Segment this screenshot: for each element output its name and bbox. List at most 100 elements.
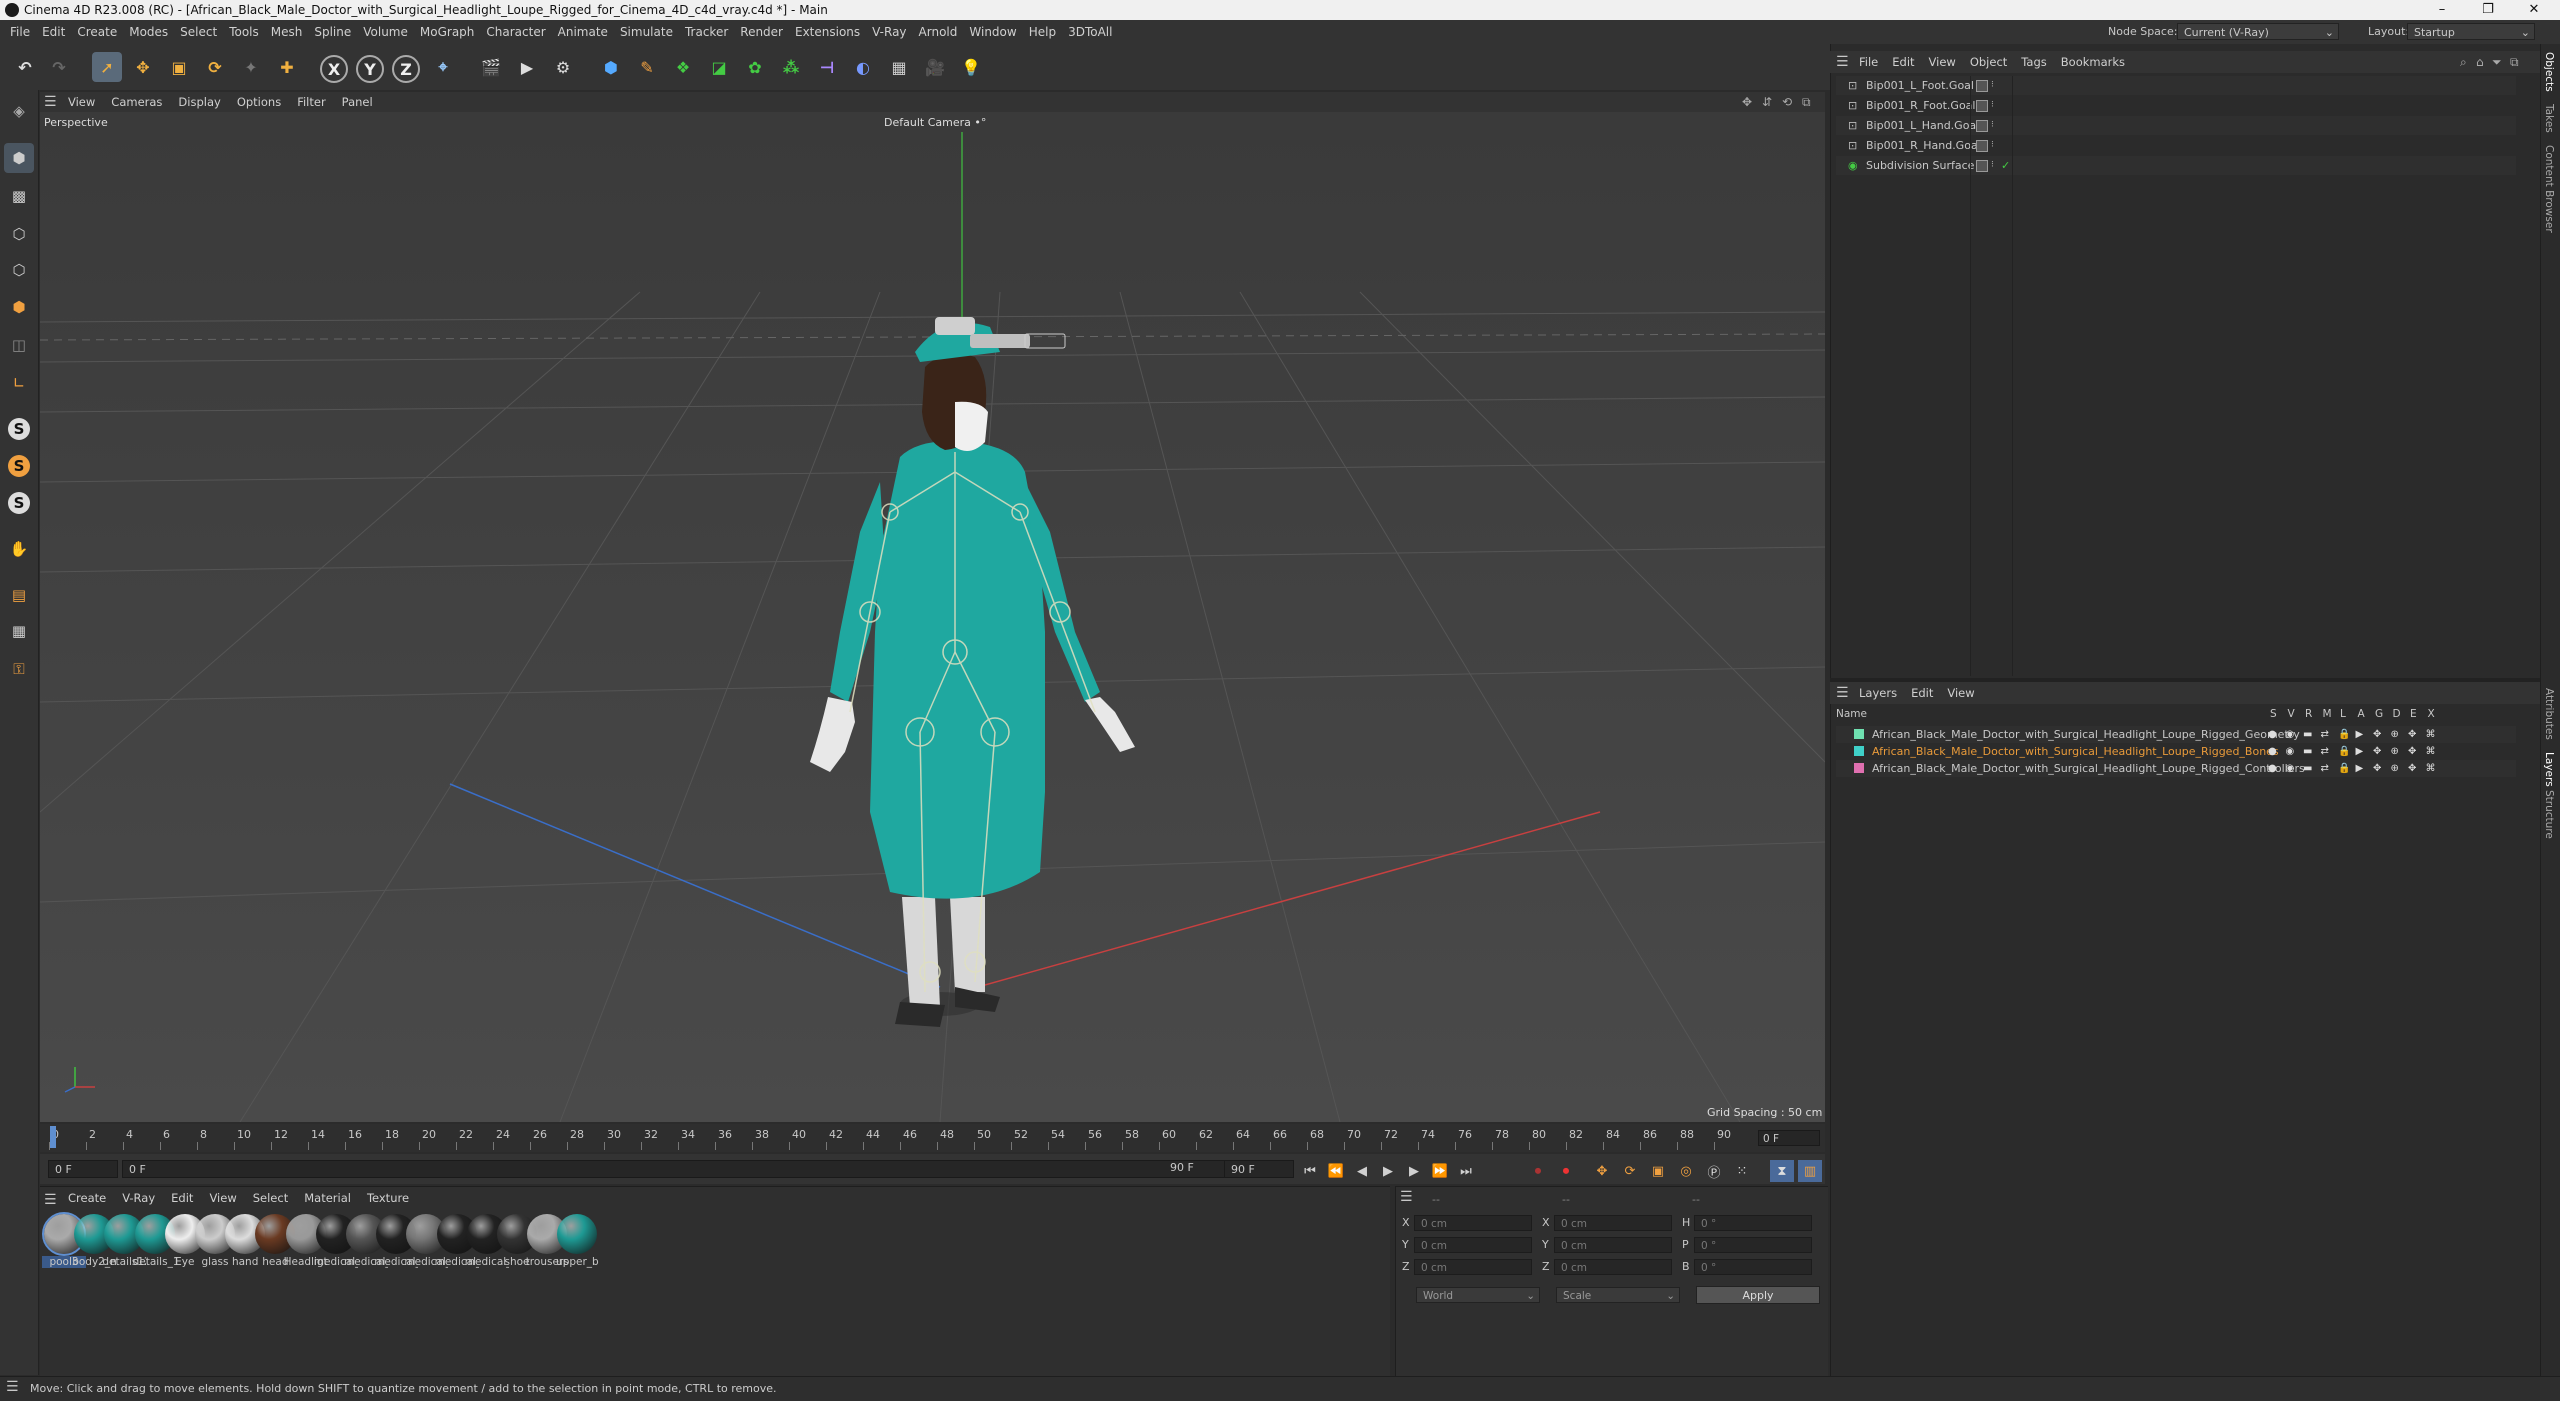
objects-menu-tags[interactable]: Tags <box>2014 51 2053 73</box>
snap-settings-button[interactable]: S <box>4 451 34 481</box>
layer-flag-toggle[interactable]: ⊕ <box>2391 760 2399 777</box>
coord-value-field[interactable]: 0 cm <box>1554 1215 1672 1231</box>
select-tool-button[interactable]: ➚ <box>92 52 122 82</box>
menu-spline[interactable]: Spline <box>308 20 357 44</box>
cloner-button[interactable]: ✿ <box>740 52 770 82</box>
menu-help[interactable]: Help <box>1023 20 1062 44</box>
uv-mode-button[interactable]: ◫ <box>4 330 34 360</box>
next-key-button[interactable]: ⏩ <box>1428 1160 1452 1182</box>
material-menu-v-ray[interactable]: V-Ray <box>114 1187 163 1209</box>
layers-menu-layers[interactable]: Layers <box>1852 682 1904 704</box>
texture-mode-button[interactable]: ▩ <box>4 181 34 211</box>
visibility-toggle-icon[interactable] <box>1976 160 1988 172</box>
object-row[interactable]: ⊡ Bip001_L_Foot.Goal ⁝ <box>1836 76 2516 95</box>
new-window-icon[interactable]: ⧉ <box>2510 51 2519 73</box>
y-axis-lock-button[interactable]: Y <box>356 55 384 83</box>
material-menu-texture[interactable]: Texture <box>359 1187 417 1209</box>
objects-menu-edit[interactable]: Edit <box>1885 51 1921 73</box>
coord-value-field[interactable]: 0 ° <box>1694 1237 1812 1253</box>
material-swatch[interactable]: upper_b <box>555 1214 599 1268</box>
layer-flag-toggle[interactable]: ▶ <box>2356 726 2364 743</box>
hamburger-icon[interactable]: ☰ <box>1836 51 1849 73</box>
side-tab-attributes[interactable]: Attributes <box>2543 688 2555 740</box>
menu-simulate[interactable]: Simulate <box>614 20 679 44</box>
workplane-button[interactable]: ▤ <box>4 580 34 610</box>
menu-modes[interactable]: Modes <box>123 20 174 44</box>
previous-key-button[interactable]: ⏪ <box>1324 1160 1348 1182</box>
layer-flag-toggle[interactable]: ⇄ <box>2321 760 2329 777</box>
size-mode-dropdown[interactable]: Scale ⌄ <box>1556 1287 1680 1303</box>
layer-flag-toggle[interactable]: ▶ <box>2356 743 2364 760</box>
coord-value-field[interactable]: 0 cm <box>1554 1237 1672 1253</box>
make-editable-button[interactable]: ◈ <box>4 96 34 126</box>
spline-pen-button[interactable]: ✎ <box>632 52 662 82</box>
material-menu-material[interactable]: Material <box>296 1187 359 1209</box>
layer-color-swatch[interactable] <box>1854 763 1864 773</box>
layer-flag-toggle[interactable]: ◉ <box>2286 743 2295 760</box>
object-row[interactable]: ⊡ Bip001_R_Foot.Goal ⁝ <box>1836 96 2516 115</box>
checkmark-icon[interactable]: ✓ <box>2001 156 2010 175</box>
layer-flag-toggle[interactable]: ● <box>2268 743 2277 760</box>
workplane-snap-button[interactable]: S <box>4 488 34 518</box>
visibility-toggle-icon[interactable] <box>1976 100 1988 112</box>
coord-value-field[interactable]: 0 ° <box>1694 1259 1812 1275</box>
hamburger-icon[interactable]: ☰ <box>44 1189 57 1211</box>
menu-file[interactable]: File <box>4 20 36 44</box>
objects-menu-bookmarks[interactable]: Bookmarks <box>2054 51 2132 73</box>
viewport-menu-panel[interactable]: Panel <box>334 92 381 112</box>
layer-flag-toggle[interactable]: 🔒 <box>2338 726 2350 743</box>
menu-extensions[interactable]: Extensions <box>789 20 866 44</box>
node-space-dropdown[interactable]: Current (V-Ray) ⌄ <box>2177 23 2339 40</box>
current-frame-slider[interactable]: 0 F <box>122 1160 1242 1178</box>
menu-volume[interactable]: Volume <box>357 20 414 44</box>
coord-value-field[interactable]: 0 cm <box>1414 1259 1532 1275</box>
search-icon[interactable]: ⌕ <box>2460 51 2467 73</box>
subdivision-generator-button[interactable]: ❖ <box>668 52 698 82</box>
layer-flag-toggle[interactable]: ✥ <box>2408 743 2416 760</box>
menu-render[interactable]: Render <box>734 20 789 44</box>
go-to-start-button[interactable]: ⏮ <box>1298 1160 1322 1182</box>
axis-mode-button[interactable]: ∟ <box>4 368 34 398</box>
render-toggle-icon[interactable]: ⁝ <box>1991 96 1994 115</box>
layer-flag-toggle[interactable]: 🔒 <box>2338 743 2350 760</box>
render-toggle-icon[interactable]: ⁝ <box>1991 116 1994 135</box>
3d-viewport[interactable]: Perspective Default Camera •° Grid Spaci… <box>40 112 1825 1122</box>
menu-tracker[interactable]: Tracker <box>679 20 734 44</box>
coordinate-system-button[interactable]: ✚ <box>272 52 302 82</box>
motion-button[interactable]: ▥ <box>1798 1160 1822 1182</box>
objects-menu-view[interactable]: View <box>1922 51 1963 73</box>
object-row[interactable]: ◉ Subdivision Surface ⁝ ✓ <box>1836 156 2516 175</box>
menu-mograph[interactable]: MoGraph <box>414 20 481 44</box>
menu-3dtoall[interactable]: 3DToAll <box>1062 20 1118 44</box>
menu-edit[interactable]: Edit <box>36 20 71 44</box>
next-frame-button[interactable]: ▶ <box>1402 1160 1426 1182</box>
menu-character[interactable]: Character <box>480 20 551 44</box>
menu-mesh[interactable]: Mesh <box>265 20 309 44</box>
key-pla-button[interactable]: Ⓟ <box>1702 1160 1726 1182</box>
menu-window[interactable]: Window <box>963 20 1022 44</box>
hamburger-icon[interactable]: ☰ <box>44 92 57 112</box>
camera-button[interactable]: 🎥 <box>920 52 950 82</box>
apply-button[interactable]: Apply <box>1696 1286 1820 1304</box>
key-scale-button[interactable]: ▣ <box>1646 1160 1670 1182</box>
snap-button[interactable]: S <box>4 414 34 444</box>
hamburger-icon[interactable]: ☰ <box>1400 1189 1413 1205</box>
viewport-camera-label[interactable]: Default Camera •° <box>884 116 986 129</box>
grid-plane-button[interactable]: ▦ <box>4 616 34 646</box>
z-axis-lock-button[interactable]: Z <box>392 55 420 83</box>
key-rotation-button[interactable]: ⟳ <box>1618 1160 1642 1182</box>
objects-menu-file[interactable]: File <box>1852 51 1885 73</box>
layer-flag-toggle[interactable]: ⌘ <box>2426 726 2436 743</box>
render-toggle-icon[interactable]: ⁝ <box>1991 136 1994 155</box>
layer-flag-toggle[interactable]: ⌘ <box>2426 760 2436 777</box>
recent-tool-button[interactable]: ✦ <box>236 52 266 82</box>
world-coordinates-button[interactable]: ⌖ <box>428 52 458 82</box>
move-view-icon[interactable]: ⇵ <box>1762 92 1772 112</box>
object-row[interactable]: ⊡ Bip001_L_Hand.Goal ⁝ <box>1836 116 2516 135</box>
layer-flag-toggle[interactable]: ✥ <box>2373 726 2381 743</box>
layer-row[interactable]: African_Black_Male_Doctor_with_Surgical_… <box>1836 726 2516 743</box>
field-button[interactable]: ◐ <box>848 52 878 82</box>
paint-button[interactable]: ✋ <box>4 534 34 564</box>
layer-flag-toggle[interactable]: ✥ <box>2373 760 2381 777</box>
layers-menu-edit[interactable]: Edit <box>1904 682 1940 704</box>
